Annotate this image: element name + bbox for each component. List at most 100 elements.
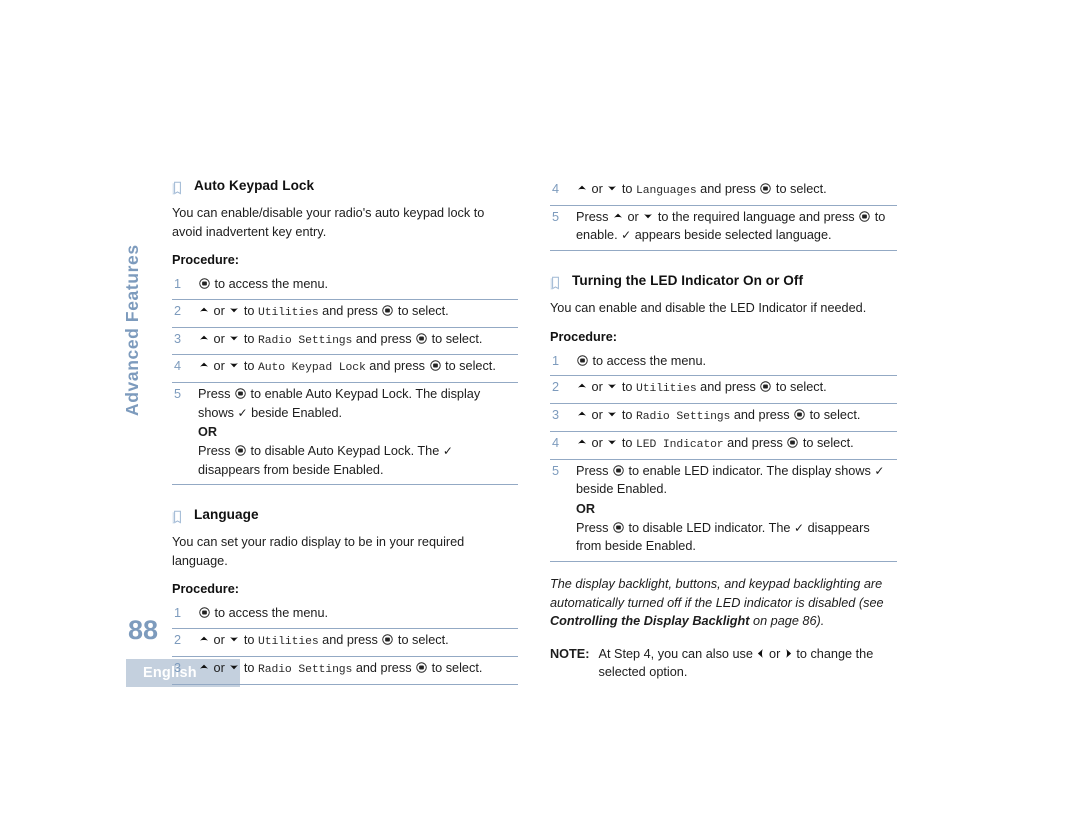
- up-arrow-icon: [199, 631, 209, 641]
- procedure-step: 1 to access the menu.: [550, 350, 897, 377]
- checkmark-icon: ✓: [794, 520, 805, 535]
- menu-button-icon: [235, 386, 246, 399]
- up-arrow-icon: [577, 378, 587, 388]
- right-arrow-icon: [785, 646, 792, 658]
- menu-button-icon: [794, 407, 805, 420]
- down-arrow-icon: [229, 330, 239, 340]
- procedure-step: 3 or to Radio Settings and press to sele…: [550, 404, 897, 432]
- down-arrow-icon: [229, 302, 239, 313]
- procedure-step-list: 1 to access the menu. 2 or to Utilities a…: [550, 350, 897, 562]
- or-separator: OR: [198, 425, 218, 440]
- down-arrow-icon: [643, 208, 653, 219]
- procedure-step-list: 1 to access the menu. 2 or to Utilities a…: [172, 273, 518, 486]
- menu-button-icon: [382, 303, 394, 316]
- section-title: Language: [194, 507, 259, 523]
- section-title: Turning the LED Indicator On or Off: [572, 273, 804, 289]
- procedure-step-list: 4 or to Languages and press to select. 5 P…: [550, 178, 897, 252]
- step-number: 5: [552, 209, 560, 224]
- section-heading: Auto Keypad Lock: [172, 178, 518, 195]
- menu-item-name: Utilities: [257, 306, 319, 319]
- right-column: 4 or to Languages and press to select. 5 P…: [550, 178, 897, 682]
- menu-item-name: Utilities: [257, 636, 319, 649]
- step-number: 2: [174, 303, 182, 318]
- left-arrow-icon: [757, 646, 764, 658]
- checkmark-icon: ✓: [442, 444, 453, 459]
- section-intro-text: You can enable and disable the LED Indic…: [550, 301, 867, 316]
- menu-button-icon: [382, 632, 394, 645]
- left-column: Auto Keypad Lock You can enable/disable y…: [172, 178, 518, 685]
- menu-item-name: Radio Settings: [635, 411, 731, 424]
- section-bookmark-icon: [172, 510, 183, 525]
- checkmark-icon: ✓: [621, 228, 632, 243]
- section-intro-text: You can set your radio display to be in …: [172, 535, 465, 568]
- up-arrow-icon: [199, 357, 209, 367]
- step-number: 5: [552, 463, 560, 478]
- menu-button-icon: [416, 660, 427, 673]
- procedure-step: 1 to access the menu.: [172, 273, 518, 300]
- note-label: NOTE:: [550, 646, 590, 661]
- section-heading: Language: [172, 507, 518, 525]
- menu-item-name: Radio Settings: [257, 663, 353, 676]
- menu-button-icon: [199, 276, 210, 289]
- down-arrow-icon: [607, 406, 617, 417]
- procedure-step: 5 Press or to the required language and p…: [550, 206, 897, 252]
- procedure-step: 4 or to LED Indicator and press to selec…: [550, 432, 897, 460]
- step-number: 5: [174, 387, 182, 402]
- down-arrow-icon: [607, 434, 617, 445]
- page-number: 88: [128, 615, 159, 645]
- up-arrow-icon: [577, 406, 587, 416]
- menu-button-icon: [577, 353, 588, 366]
- section-intro-text: You can enable/disable your radio's auto…: [172, 206, 485, 239]
- down-arrow-icon: [229, 659, 239, 670]
- menu-item-name: Radio Settings: [257, 334, 353, 347]
- down-arrow-icon: [607, 180, 617, 191]
- step-number: 1: [552, 353, 560, 368]
- up-arrow-icon: [199, 330, 209, 340]
- cross-reference-title: Controlling the Display Backlight: [550, 614, 750, 629]
- up-arrow-icon: [577, 180, 587, 190]
- step-number: 4: [552, 182, 560, 196]
- menu-button-icon: [613, 520, 624, 533]
- menu-button-icon: [613, 463, 624, 476]
- menu-button-icon: [429, 358, 441, 371]
- procedure-step: 1 to access the menu.: [172, 602, 518, 630]
- procedure-step: 4 or to Auto Keypad Lock and press to se…: [172, 355, 518, 384]
- procedure-step: 3 or to Radio Settings and press to sele…: [172, 657, 518, 685]
- procedure-step: 2 or to Utilities and press to select.: [172, 629, 518, 657]
- down-arrow-icon: [607, 378, 617, 389]
- up-arrow-icon: [577, 434, 587, 444]
- procedure-step: 5 Press to enable LED indicator. The disp…: [550, 460, 897, 562]
- step-number: 3: [174, 660, 182, 675]
- menu-item-name: Languages: [635, 185, 697, 197]
- step-number: 1: [174, 277, 182, 292]
- up-arrow-icon: [613, 208, 623, 218]
- menu-button-icon: [760, 379, 772, 393]
- up-arrow-icon: [199, 302, 209, 312]
- up-arrow-icon: [199, 659, 209, 669]
- procedure-label: Procedure:: [550, 329, 617, 344]
- step-number: 2: [174, 633, 182, 648]
- menu-item-name: LED Indicator: [635, 438, 724, 451]
- menu-button-icon: [787, 435, 799, 448]
- procedure-step: 2 or to Utilities and press to select.: [550, 376, 897, 405]
- menu-button-icon: [760, 181, 772, 194]
- running-head-advanced-features: Advanced Features: [122, 244, 142, 416]
- step-number: 3: [552, 408, 560, 423]
- checkmark-icon: ✓: [237, 405, 248, 420]
- procedure-step: 5 Press to enable Auto Keypad Lock. The d…: [172, 383, 518, 486]
- step-number: 2: [552, 380, 560, 395]
- step-number: 1: [174, 606, 182, 621]
- menu-item-name: Auto Keypad Lock: [257, 362, 366, 375]
- section-bookmark-icon: [172, 181, 183, 195]
- manual-page: Advanced Features 88 English Auto Keypad…: [0, 0, 1080, 834]
- procedure-step: 2 or to Utilities and press to select.: [172, 300, 518, 328]
- procedure-step-list: 1 to access the menu. 2 or to Utilities a…: [172, 602, 518, 685]
- or-separator: OR: [576, 501, 596, 516]
- section-bookmark-icon: [550, 276, 561, 290]
- note-text: At Step 4, you can also use or to change…: [598, 646, 874, 680]
- section-heading: Turning the LED Indicator On or Off: [550, 273, 897, 290]
- down-arrow-icon: [229, 357, 239, 368]
- procedure-label: Procedure:: [172, 582, 239, 597]
